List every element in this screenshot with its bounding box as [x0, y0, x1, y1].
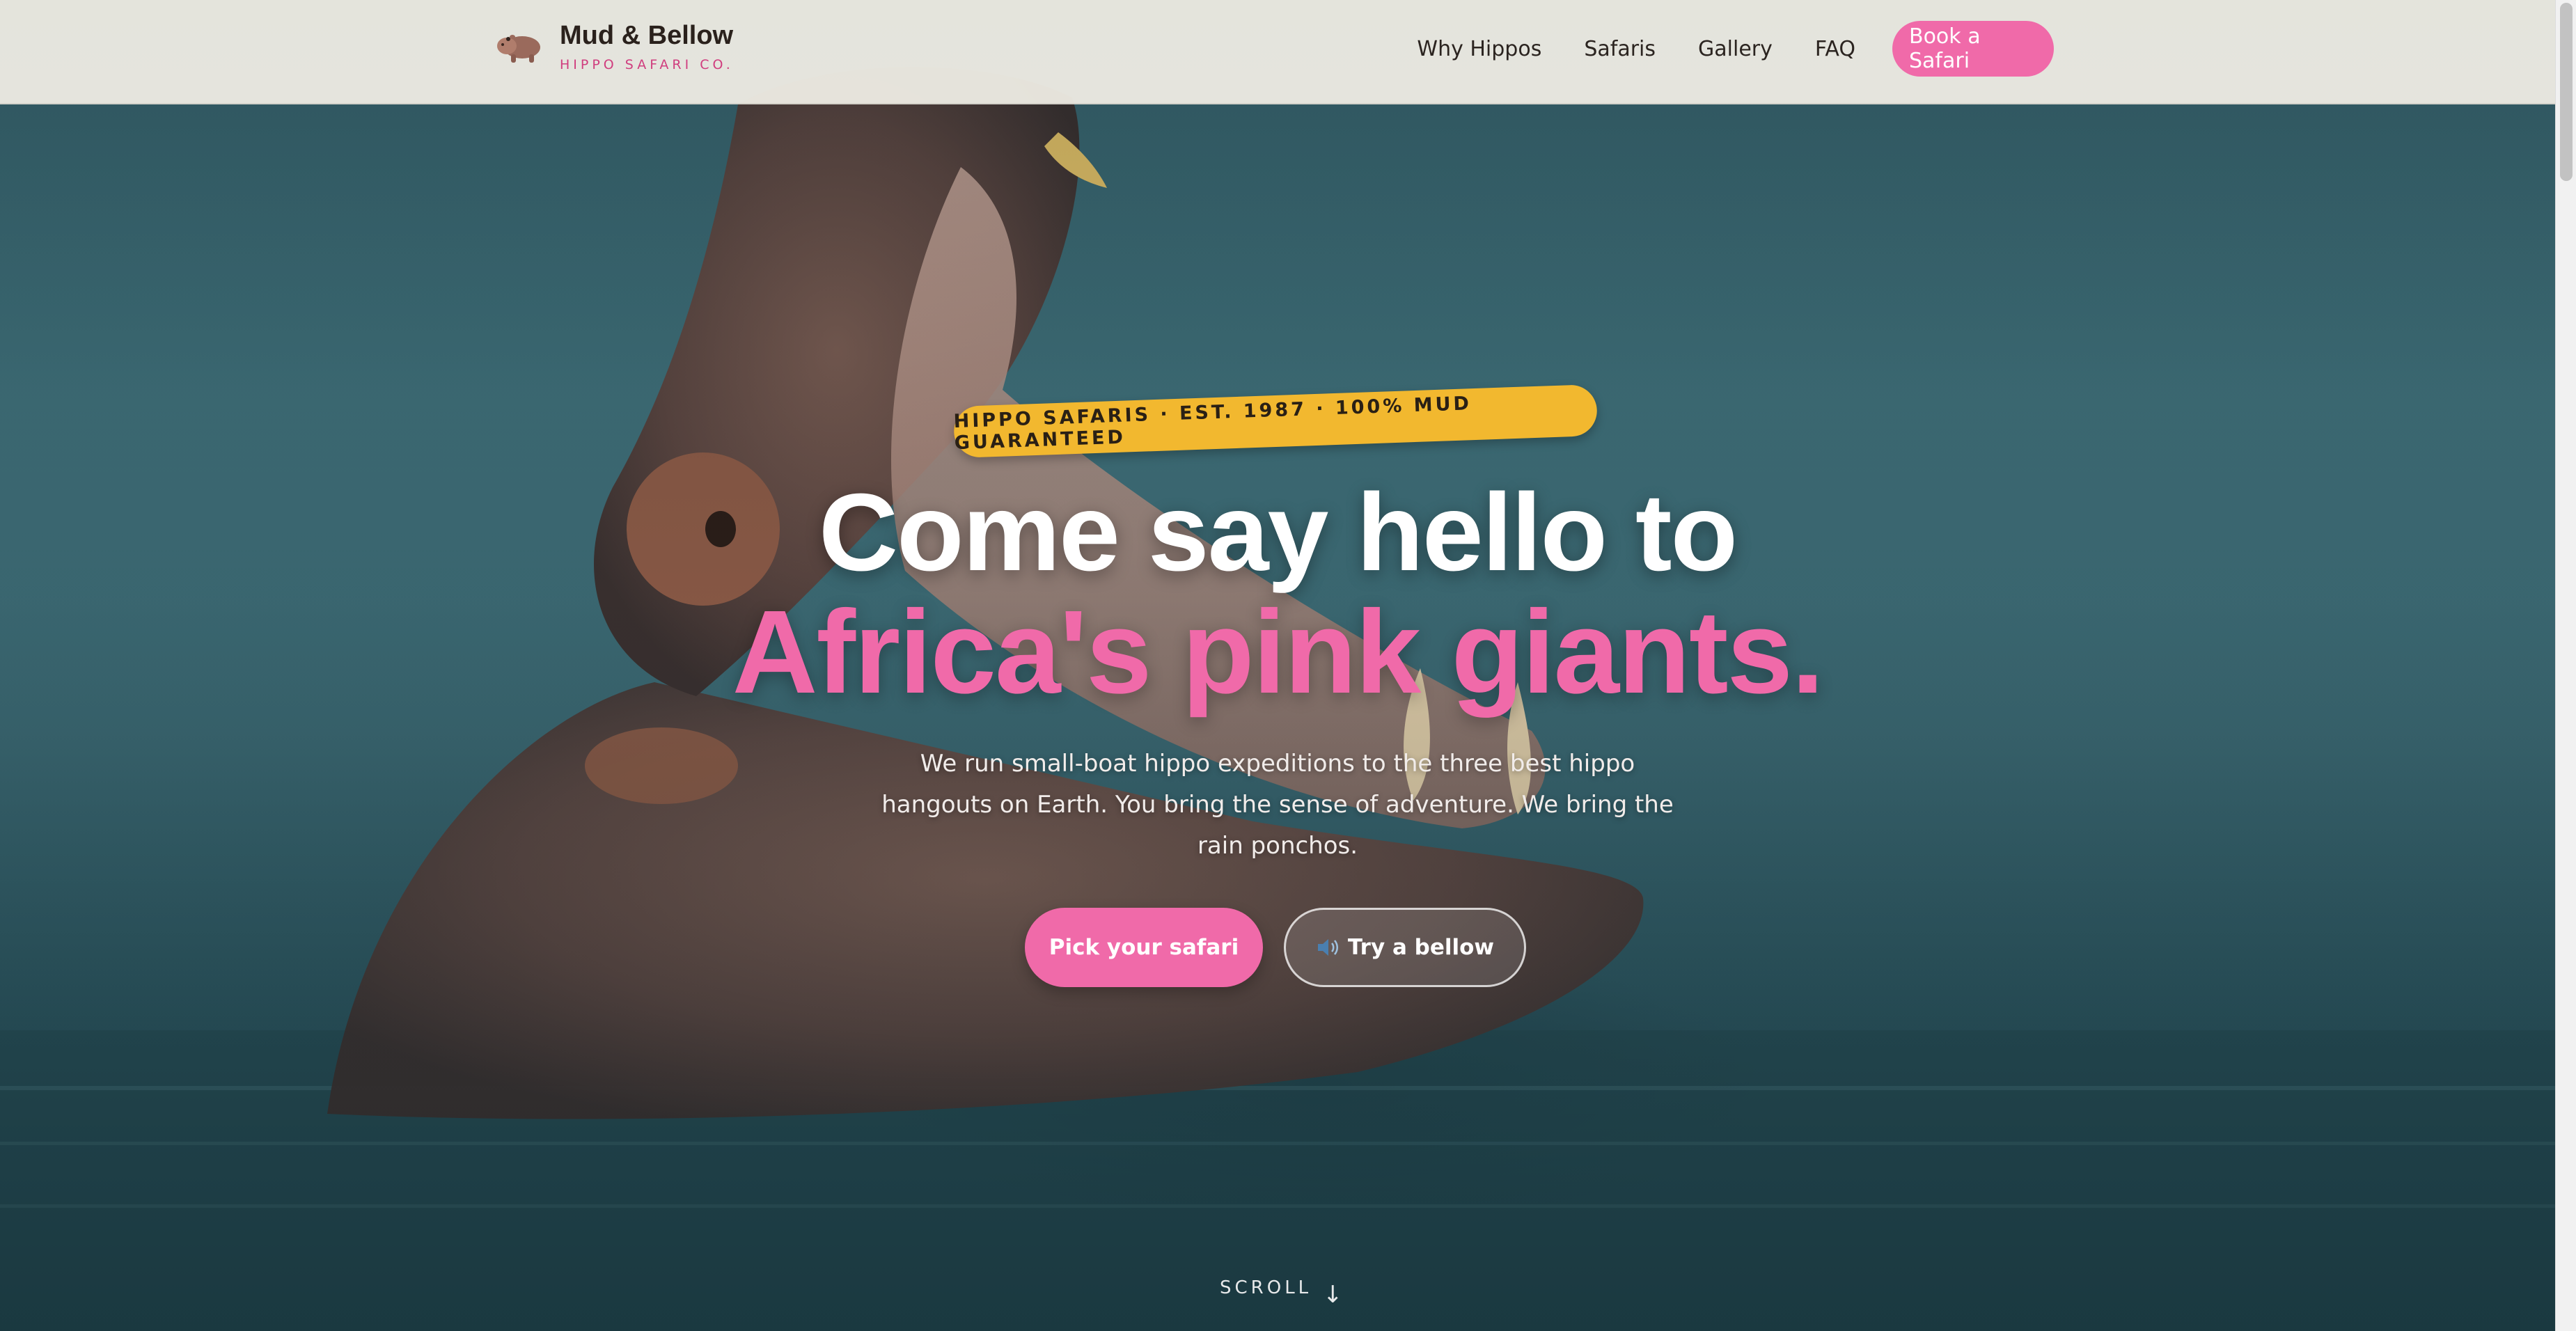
page-scrollbar[interactable] [2555, 0, 2576, 1331]
hero-headline-line2: Africa's pink giants. [732, 586, 1825, 718]
scroll-indicator[interactable]: SCROLL ↓ [1220, 1267, 1343, 1309]
speaker-icon [1317, 939, 1338, 956]
pick-safari-button[interactable]: Pick your safari [1025, 908, 1263, 987]
hero-subtitle: We run small-boat hippo expeditions to t… [881, 750, 1674, 860]
hero-headline-line1: Come say hello to [818, 471, 1738, 594]
scroll-label: SCROLL [1220, 1277, 1312, 1298]
hero-section: HIPPO SAFARIS · EST. 1987 · 100% MUD GUA… [0, 0, 2555, 1331]
hero-badge: HIPPO SAFARIS · EST. 1987 · 100% MUD GUA… [952, 384, 1599, 459]
scrollbar-thumb[interactable] [2560, 3, 2573, 181]
hero-actions: Pick your safari Try a bellow [1025, 908, 1526, 987]
try-bellow-label: Try a bellow [1347, 935, 1495, 960]
hero-headline: Come say hello to Africa's pink giants. [0, 473, 2555, 714]
try-bellow-button[interactable]: Try a bellow [1284, 908, 1526, 987]
arrow-down-icon: ↓ [1323, 1281, 1343, 1309]
page: Mud & Bellow HIPPO SAFARI CO. Why Hippos… [0, 0, 2576, 1331]
